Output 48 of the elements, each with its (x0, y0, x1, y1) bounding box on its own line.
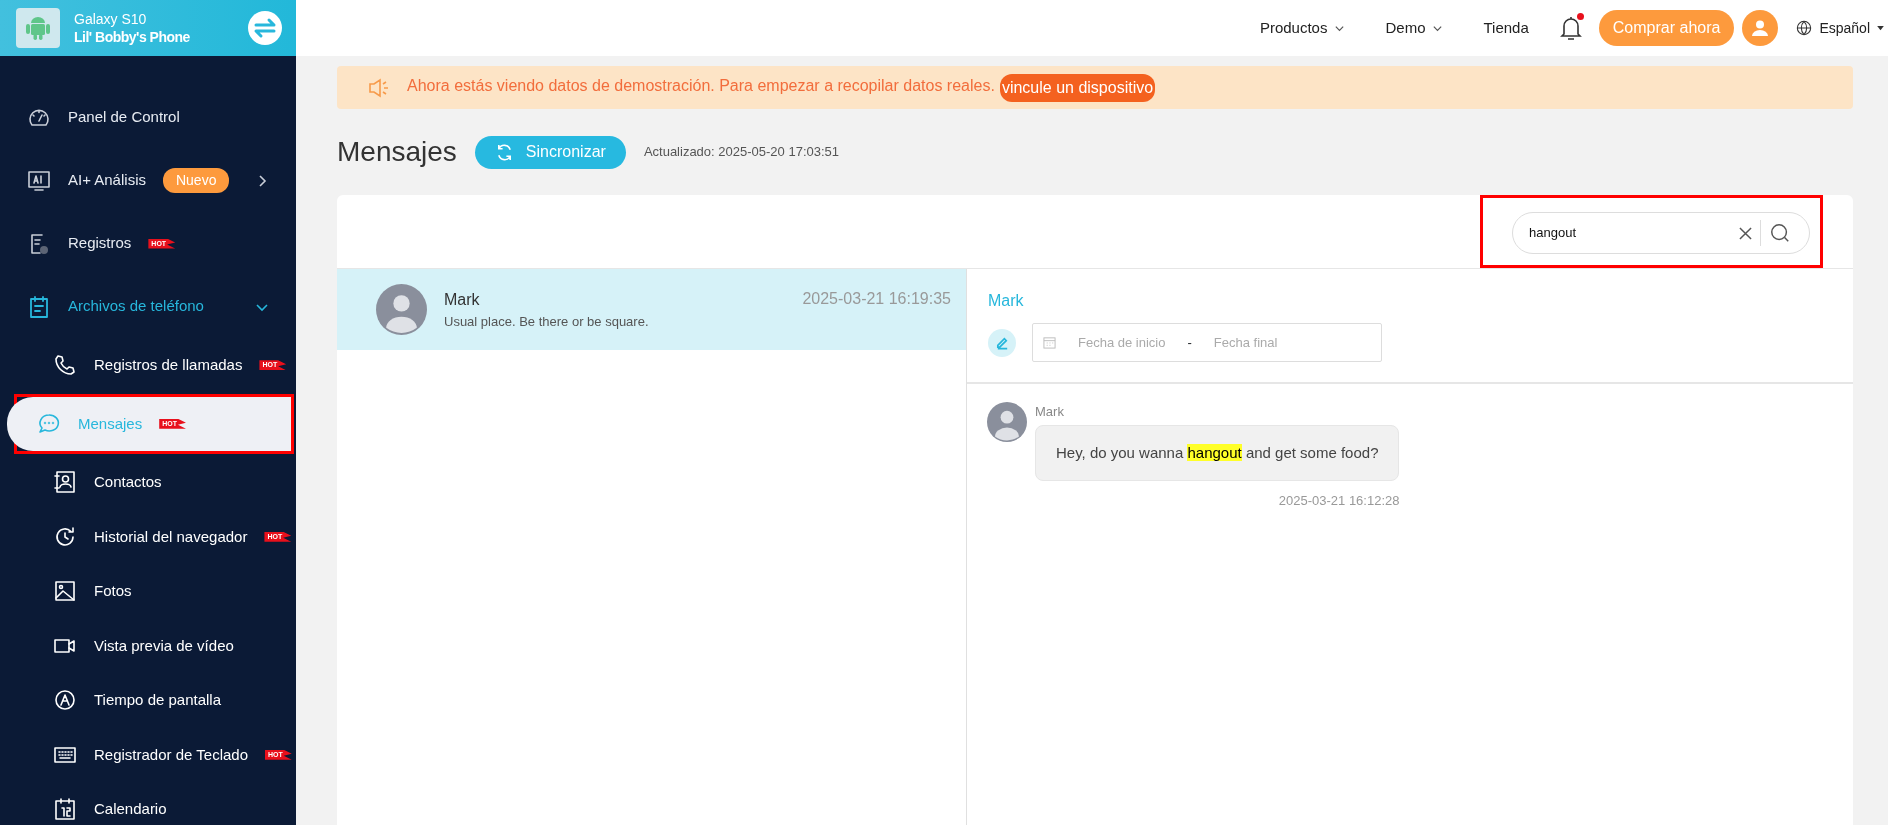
user-icon (1750, 18, 1771, 38)
device-name: Lil' Bobby's Phone (74, 28, 191, 47)
conversation-item[interactable]: Mark Usual place. Be there or be square. 2025-03-21 16:19:35 (337, 269, 966, 350)
message-text: Hey, do you wanna (1056, 443, 1185, 461)
monitor-ai-icon (27, 168, 51, 193)
nav-menu[interactable]: Demo (1365, 16, 1464, 40)
language-selector[interactable]: Español (1796, 17, 1884, 39)
pencil-icon (994, 335, 1010, 350)
contact-card-icon (53, 470, 77, 495)
avatar-icon (376, 284, 427, 335)
search-highlight: hangout (1187, 443, 1242, 461)
android-icon (16, 8, 60, 48)
sidebar-item[interactable]: Calendario (6, 782, 296, 825)
demo-notice-text: Ahora estás viendo datos de demostración. Para empezar a recopilar datos reales. (407, 75, 995, 96)
message-text: and get some food? (1244, 443, 1379, 461)
sidebar-item[interactable]: Archivos de teléfono (0, 275, 296, 338)
new-badge: Nuevo (162, 168, 230, 193)
clock-history-icon (53, 524, 77, 549)
chat-bubble-icon (37, 411, 61, 436)
sender-name: Mark (1035, 403, 1065, 421)
switch-device-button[interactable] (248, 11, 282, 45)
swap-arrows-icon (253, 17, 277, 39)
sidebar-item[interactable]: AI+ Análisis Nuevo (0, 149, 296, 212)
contact-name: Mark (988, 291, 1025, 311)
calendar-icon (1043, 336, 1056, 349)
date-range-field[interactable]: Fecha de inicio - Fecha final (1032, 323, 1382, 362)
circle-letter-icon (53, 688, 77, 713)
bell-icon (1558, 15, 1583, 41)
sidebar-item[interactable]: Contactos (6, 455, 296, 510)
calendar-icon (53, 797, 77, 822)
sidebar-item[interactable]: Tiempo de pantalla (6, 673, 296, 728)
device-model: Galaxy S10 (74, 9, 148, 28)
image-icon (53, 579, 77, 604)
caret-down-icon (1877, 25, 1884, 31)
sidebar-item[interactable]: Fotos (6, 564, 296, 619)
clipboard-icon (27, 294, 51, 319)
page-title: Mensajes (337, 135, 457, 169)
close-icon (1739, 226, 1752, 240)
message-time: 2025-03-21 16:12:28 (1277, 492, 1400, 510)
nav-menu[interactable]: Productos (1239, 16, 1366, 40)
globe-icon (1796, 20, 1813, 36)
updated-time: Actualizado: 2025-05-20 17:03:51 (643, 143, 840, 162)
phone-icon (53, 353, 77, 378)
search-icon (1769, 222, 1791, 244)
sidebar-item[interactable]: Vista previa de vídeo (6, 618, 296, 673)
sidebar-item[interactable]: Panel de Control (0, 86, 296, 149)
avatar-icon (987, 402, 1027, 442)
nav-menu[interactable]: Tienda (1463, 16, 1549, 40)
